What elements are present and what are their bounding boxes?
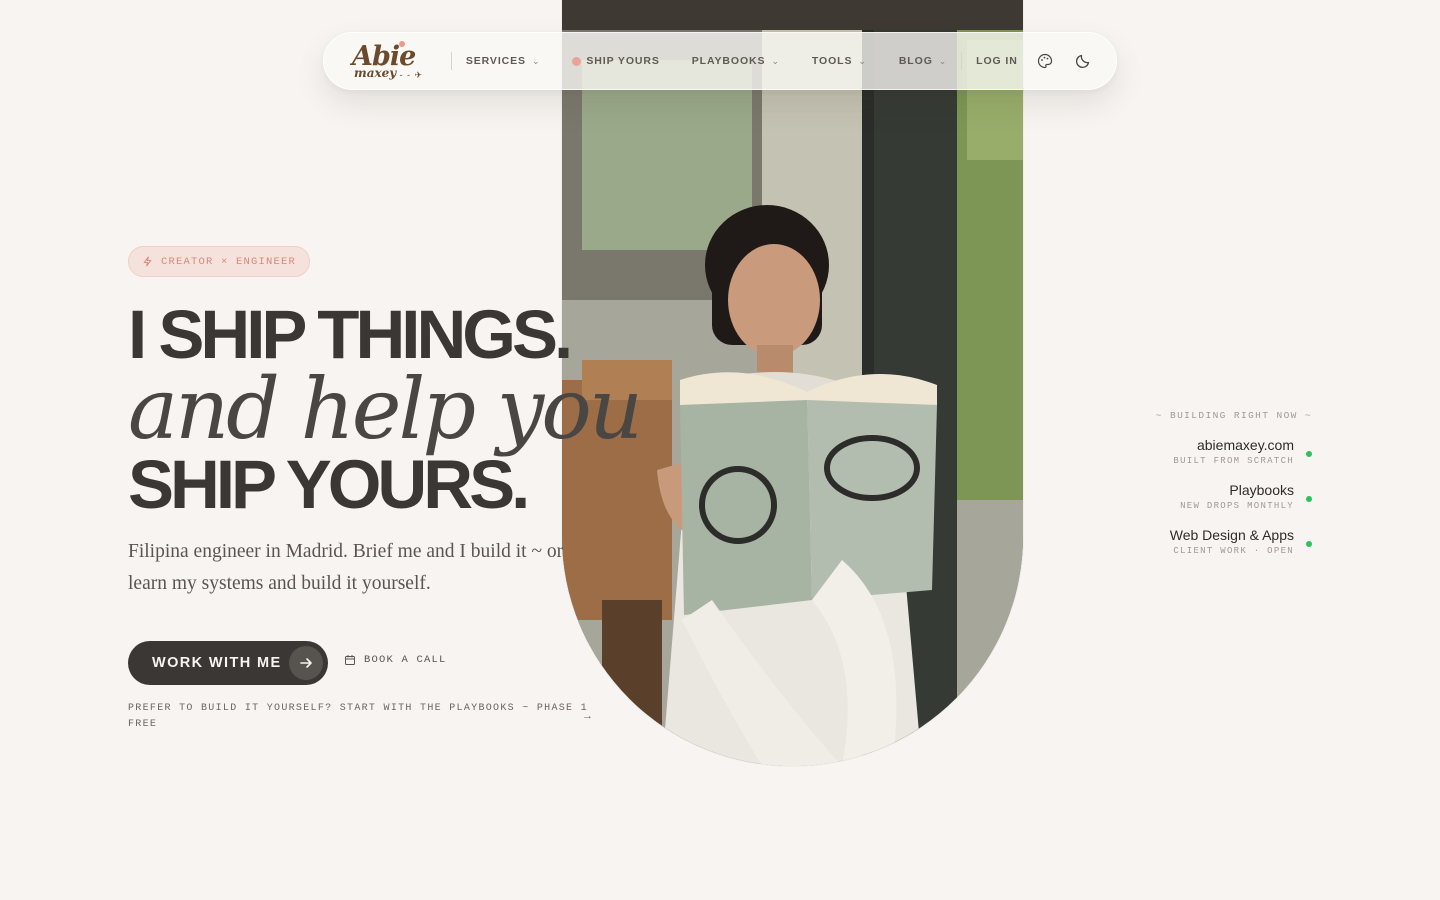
hero-headline-line3: SHIP YOURS. — [128, 446, 530, 523]
nav-services[interactable]: SERVICES ⌄ — [466, 55, 541, 67]
chevron-down-icon: ⌄ — [938, 55, 948, 66]
project-note: CLIENT WORK · OPEN — [1173, 546, 1294, 556]
book-call-link[interactable]: BOOK A CALL — [344, 654, 447, 666]
arrow-right-icon: → — [584, 711, 592, 723]
nav-playbooks-label: PLAYBOOKS — [691, 55, 766, 67]
project-item[interactable]: abiemaxey.com BUILT FROM SCRATCH — [1052, 437, 1312, 466]
building-now-panel: ~ BUILDING RIGHT NOW ~ abiemaxey.com BUI… — [1052, 410, 1312, 556]
login-link[interactable]: LOG IN — [976, 55, 1018, 67]
chevron-down-icon: ⌄ — [858, 55, 867, 66]
login-label: LOG IN — [976, 55, 1018, 67]
nav-tools-label: TOOLS — [811, 55, 853, 67]
nav-divider — [450, 52, 452, 70]
work-with-me-label: WORK WITH ME — [152, 655, 282, 671]
chevron-down-icon: ⌄ — [531, 55, 541, 66]
project-note: NEW DROPS MONTHLY — [1180, 501, 1294, 511]
nav-blog-label: BLOG — [898, 55, 933, 67]
logo-subtext: maxey — [354, 66, 397, 80]
project-item[interactable]: Web Design & Apps CLIENT WORK · OPEN — [1052, 527, 1312, 556]
nav-divider — [961, 52, 963, 70]
top-nav: Abie maxey - - - ✈ SERVICES ⌄ SHIP YOURS… — [323, 32, 1117, 90]
building-now-title: ~ BUILDING RIGHT NOW ~ — [1155, 410, 1312, 421]
dark-mode-toggle[interactable] — [1072, 49, 1094, 73]
project-name: Playbooks — [1229, 482, 1294, 498]
hero-headline-line2: and help you — [128, 360, 643, 458]
nav-services-label: SERVICES — [465, 55, 526, 67]
playbooks-link-label: PREFER TO BUILD IT YOURSELF? START WITH … — [128, 703, 588, 730]
nav-tools[interactable]: TOOLS ⌄ — [812, 55, 867, 67]
nav-blog[interactable]: BLOG ⌄ — [899, 55, 947, 67]
heart-icon — [399, 41, 405, 47]
site-logo[interactable]: Abie maxey - - - ✈ — [352, 41, 437, 80]
project-note: BUILT FROM SCRATCH — [1173, 456, 1294, 466]
role-badge: CREATOR × ENGINEER — [128, 246, 311, 277]
nav-ship-yours-label: SHIP YOURS — [586, 55, 660, 67]
status-dot-icon — [1306, 496, 1312, 502]
palette-icon — [1037, 53, 1052, 69]
plane-icon: - - - ✈ — [392, 70, 424, 80]
moon-icon — [1075, 54, 1090, 69]
project-name: abiemaxey.com — [1196, 437, 1294, 453]
role-badge-label: CREATOR × ENGINEER — [161, 255, 297, 268]
project-name: Web Design & Apps — [1169, 527, 1294, 543]
theme-palette-button[interactable] — [1034, 49, 1056, 73]
status-dot-icon — [572, 56, 582, 66]
calendar-icon — [345, 655, 355, 665]
arrow-right-icon — [289, 646, 323, 680]
nav-playbooks[interactable]: PLAYBOOKS ⌄ — [692, 55, 780, 67]
playbooks-link[interactable]: PREFER TO BUILD IT YOURSELF? START WITH … — [128, 701, 598, 733]
book-call-label: BOOK A CALL — [364, 654, 447, 666]
project-item[interactable]: Playbooks NEW DROPS MONTHLY — [1052, 482, 1312, 511]
lightning-icon — [143, 256, 152, 267]
work-with-me-button[interactable]: WORK WITH ME — [128, 641, 328, 685]
hero-subtitle: Filipina engineer in Madrid. Brief me an… — [128, 541, 564, 594]
status-dot-icon — [1306, 451, 1312, 457]
nav-ship-yours[interactable]: SHIP YOURS — [572, 55, 659, 67]
status-dot-icon — [1306, 541, 1312, 547]
chevron-down-icon: ⌄ — [771, 55, 780, 66]
